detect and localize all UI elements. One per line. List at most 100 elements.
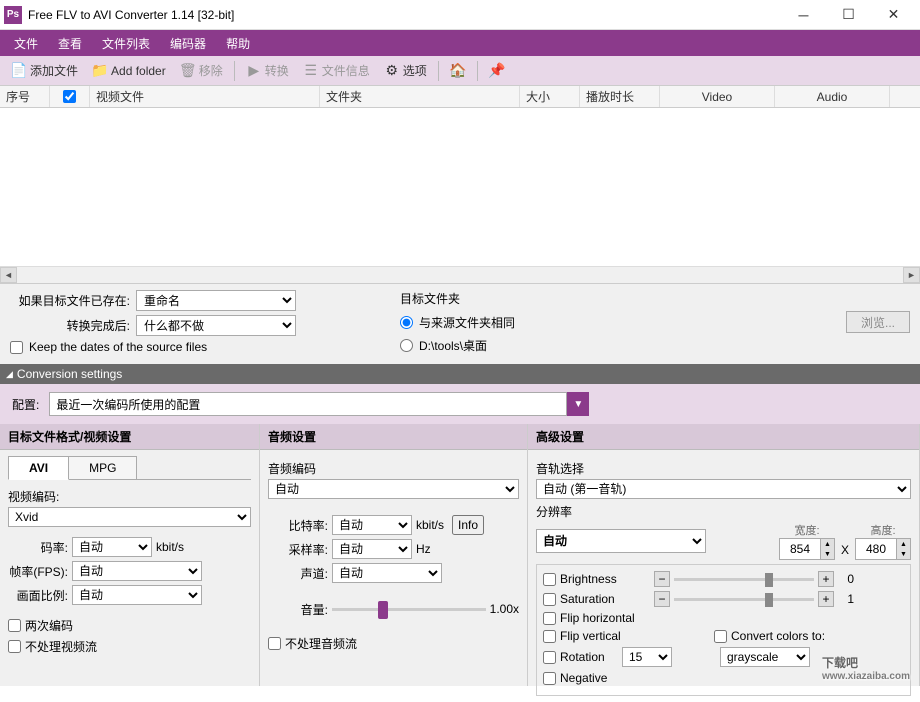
tab-avi[interactable]: AVI: [8, 456, 69, 480]
video-codec-label: 视频编码:: [8, 488, 251, 505]
browse-button[interactable]: 浏览...: [846, 311, 910, 333]
add-folder-icon: 📁: [92, 63, 108, 79]
remove-button[interactable]: 🗑 移除: [175, 59, 228, 82]
flipv-checkbox[interactable]: [543, 630, 556, 643]
rotation-checkbox[interactable]: [543, 651, 556, 664]
samplerate-label: 采样率:: [268, 541, 328, 558]
menu-file[interactable]: 文件: [4, 31, 48, 56]
add-file-label: 添加文件: [30, 62, 78, 79]
advanced-panel-header: 高级设置: [528, 424, 919, 450]
brightness-checkbox[interactable]: [543, 573, 556, 586]
conversion-settings-bar[interactable]: ◢ Conversion settings: [0, 364, 920, 384]
brightness-plus[interactable]: +: [818, 571, 834, 587]
col-video[interactable]: Video: [660, 86, 775, 107]
col-check[interactable]: [50, 86, 90, 107]
height-down[interactable]: ▼: [896, 549, 910, 559]
close-button[interactable]: ✕: [871, 1, 916, 29]
two-pass-checkbox[interactable]: [8, 619, 21, 632]
select-all-checkbox[interactable]: [63, 90, 76, 103]
saturation-label: Saturation: [560, 592, 650, 606]
options-button[interactable]: ⚙ 选项: [379, 59, 432, 82]
menu-encoder[interactable]: 编码器: [160, 31, 216, 56]
menu-view[interactable]: 查看: [48, 31, 92, 56]
remove-icon: 🗑: [180, 63, 196, 79]
width-down[interactable]: ▼: [820, 549, 834, 559]
col-size[interactable]: 大小: [520, 86, 580, 107]
fps-select[interactable]: 自动: [72, 561, 202, 581]
skip-audio-checkbox[interactable]: [268, 637, 281, 650]
audio-codec-select[interactable]: 自动: [268, 479, 519, 499]
maximize-button[interactable]: ☐: [826, 1, 871, 29]
saturation-plus[interactable]: +: [818, 591, 834, 607]
menubar: 文件 查看 文件列表 编码器 帮助: [0, 30, 920, 56]
resolution-select[interactable]: 自动: [536, 529, 706, 553]
audio-panel-header: 音频设置: [260, 424, 527, 450]
config-label: 配置:: [12, 396, 39, 413]
titlebar: Ps Free FLV to AVI Converter 1.14 [32-bi…: [0, 0, 920, 30]
config-dropdown-button[interactable]: ▼: [567, 392, 589, 416]
table-body[interactable]: [0, 108, 920, 266]
minimize-button[interactable]: ─: [781, 1, 826, 29]
width-spinner[interactable]: ▲▼: [779, 538, 835, 560]
if-exists-select[interactable]: 重命名: [136, 290, 296, 311]
width-up[interactable]: ▲: [820, 539, 834, 549]
video-codec-select[interactable]: Xvid: [8, 507, 251, 527]
convert-colors-label: Convert colors to:: [731, 629, 825, 643]
col-seq[interactable]: 序号: [0, 86, 50, 107]
target-folder-label: 目标文件夹: [400, 290, 910, 307]
add-folder-button[interactable]: 📁 Add folder: [87, 60, 171, 82]
keep-dates-checkbox[interactable]: [10, 341, 23, 354]
config-select[interactable]: ▼: [49, 392, 589, 416]
after-conv-select[interactable]: 什么都不做: [136, 315, 296, 336]
aspect-select[interactable]: 自动: [72, 585, 202, 605]
convert-button[interactable]: ▶ 转换: [241, 59, 294, 82]
scroll-right-button[interactable]: ►: [903, 267, 920, 283]
saturation-checkbox[interactable]: [543, 593, 556, 606]
volume-slider[interactable]: [332, 599, 486, 619]
filters-fieldset: Brightness − + 0 Saturation − +: [536, 564, 911, 696]
grayscale-select[interactable]: grayscale: [720, 647, 810, 667]
menu-help[interactable]: 帮助: [216, 31, 260, 56]
menu-filelist[interactable]: 文件列表: [92, 31, 160, 56]
x-label: X: [841, 543, 849, 560]
same-source-radio[interactable]: [400, 316, 413, 329]
brightness-minus[interactable]: −: [654, 571, 670, 587]
toolbar-separator: [438, 61, 439, 81]
samplerate-select[interactable]: 自动: [332, 539, 412, 559]
channels-select[interactable]: 自动: [332, 563, 442, 583]
file-info-button[interactable]: ☰ 文件信息: [298, 59, 375, 82]
col-folder[interactable]: 文件夹: [320, 86, 520, 107]
video-panel-header: 目标文件格式/视频设置: [0, 424, 259, 450]
horizontal-scrollbar[interactable]: ◄ ►: [0, 266, 920, 283]
bitrate-select[interactable]: 自动: [72, 537, 152, 557]
custom-path-radio[interactable]: [400, 339, 413, 352]
home-button[interactable]: 🏠: [445, 60, 471, 82]
negative-checkbox[interactable]: [543, 672, 556, 685]
col-duration[interactable]: 播放时长: [580, 86, 660, 107]
skip-video-checkbox[interactable]: [8, 640, 21, 653]
add-file-button[interactable]: 📄 添加文件: [6, 59, 83, 82]
scroll-track[interactable]: [17, 267, 903, 283]
col-audio[interactable]: Audio: [775, 86, 890, 107]
track-select[interactable]: 自动 (第一音轨): [536, 479, 911, 499]
add-folder-label: Add folder: [111, 64, 166, 78]
saturation-slider[interactable]: [674, 598, 814, 601]
track-label: 音轨选择: [536, 460, 911, 477]
height-spinner[interactable]: ▲▼: [855, 538, 911, 560]
width-input[interactable]: [780, 539, 820, 559]
rotation-select[interactable]: 15: [622, 647, 672, 667]
resolution-label: 分辨率: [536, 503, 911, 520]
height-input[interactable]: [856, 539, 896, 559]
fliph-checkbox[interactable]: [543, 612, 556, 625]
audio-bitrate-select[interactable]: 自动: [332, 515, 412, 535]
height-up[interactable]: ▲: [896, 539, 910, 549]
tab-mpg[interactable]: MPG: [68, 456, 137, 479]
config-input[interactable]: [49, 392, 567, 416]
brightness-slider[interactable]: [674, 578, 814, 581]
col-videofile[interactable]: 视频文件: [90, 86, 320, 107]
scroll-left-button[interactable]: ◄: [0, 267, 17, 283]
saturation-minus[interactable]: −: [654, 591, 670, 607]
convert-colors-checkbox[interactable]: [714, 630, 727, 643]
info-button[interactable]: Info: [452, 515, 484, 535]
pin-button[interactable]: 📌: [484, 60, 510, 82]
